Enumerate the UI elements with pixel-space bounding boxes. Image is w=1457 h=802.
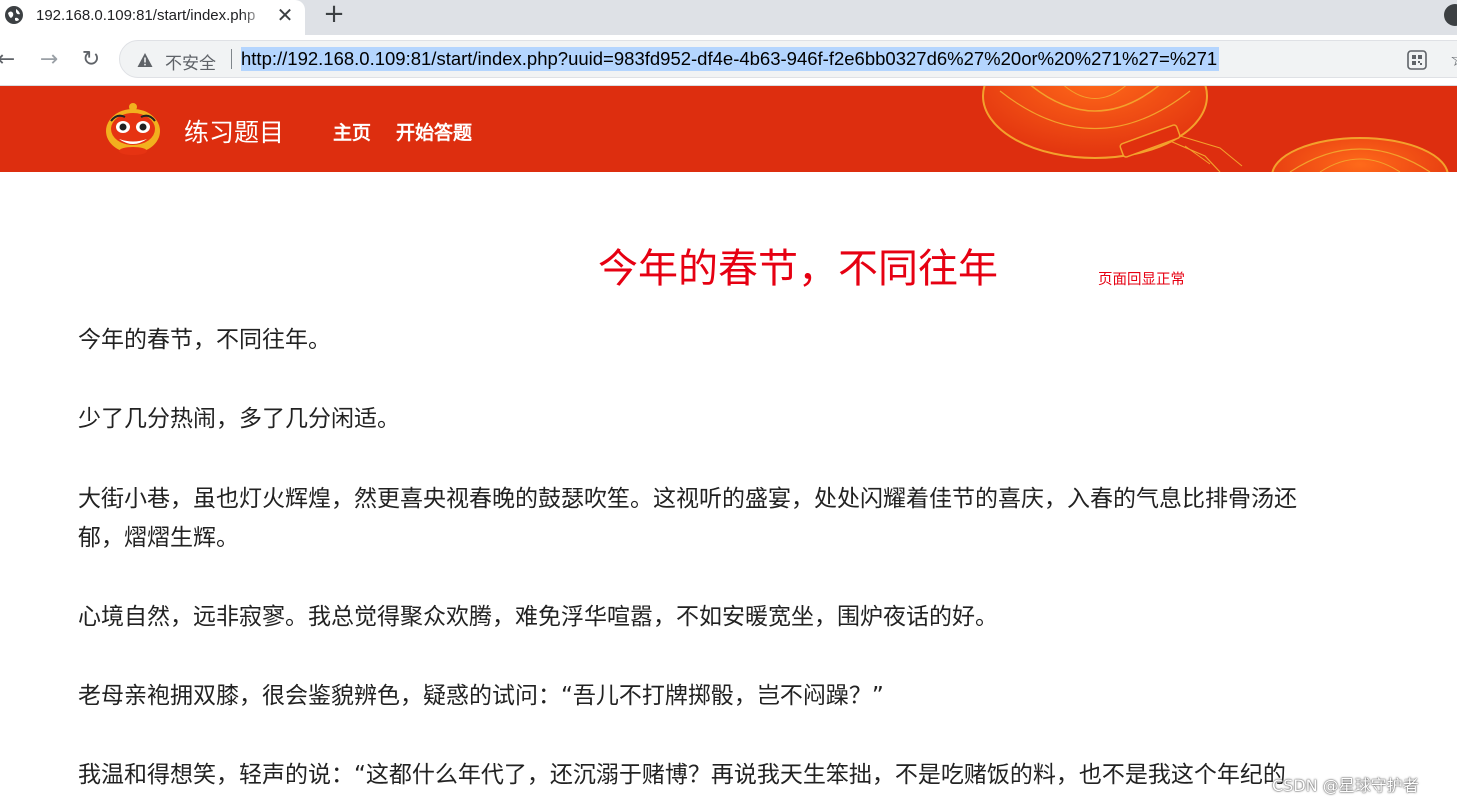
article-paragraph: 郁，熠熠生辉。	[78, 525, 239, 551]
tab-search-icon[interactable]	[1444, 4, 1457, 26]
site-name[interactable]: 练习题目	[184, 113, 284, 149]
site-header: 练习题目 主页 开始答题	[0, 86, 1457, 172]
article-paragraph: 大街小巷，虽也灯火辉煌，然更喜央视春晚的鼓瑟吹笙。这视听的盛宴，处处闪耀着佳节的…	[78, 486, 1297, 512]
new-tab-button[interactable]: +	[321, 1, 347, 28]
article-paragraph: 老母亲袍拥双膝，很会鉴貌辨色，疑惑的试问：“吾儿不打牌掷骰，岂不闷躁？”	[78, 683, 884, 709]
back-button[interactable]: ←	[0, 47, 18, 73]
browser-tab[interactable]: 192.168.0.109:81/start/index.php ✕	[0, 0, 305, 35]
article-title: 今年的春节，不同往年	[598, 246, 998, 292]
lantern-decoration-icon	[982, 86, 1449, 172]
article-paragraph: 今年的春节，不同往年。	[78, 327, 331, 353]
tab-close-icon[interactable]: ✕	[274, 4, 296, 26]
address-bar[interactable]: 不安全 http://192.168.0.109:81/start/index.…	[119, 40, 1457, 78]
page-echo-status: 页面回显正常	[1098, 272, 1185, 288]
url-text[interactable]: http://192.168.0.109:81/start/index.php?…	[241, 47, 1220, 71]
csdn-watermark: CSDN @星球守护者	[1272, 776, 1419, 795]
forward-button[interactable]: →	[37, 47, 61, 73]
qr-code-icon[interactable]	[1407, 50, 1427, 70]
omnibox-divider	[231, 49, 232, 69]
bookmark-star-icon[interactable]: ☆	[1450, 47, 1457, 71]
warning-icon[interactable]	[137, 52, 153, 68]
globe-icon	[5, 6, 23, 24]
nav-home-link[interactable]: 主页	[333, 118, 371, 145]
article-paragraph: 心境自然，远非寂寥。我总觉得聚众欢腾，难免浮华喧嚣，不如安暖宽坐，围炉夜话的好。	[78, 604, 998, 630]
article-paragraph: 我温和得想笑，轻声的说：“这都什么年代了，还沉溺于赌博？再说我天生笨拙，不是吃赌…	[78, 762, 1286, 788]
browser-toolbar: ← → ↻ 不安全 http://192.168.0.109:81/start/…	[0, 35, 1457, 86]
tab-title: 192.168.0.109:81/start/index.php	[36, 7, 256, 24]
lion-dance-logo-icon	[106, 103, 160, 155]
browser-tab-strip: 192.168.0.109:81/start/index.php ✕ +	[0, 0, 1457, 35]
reload-button[interactable]: ↻	[79, 47, 103, 73]
nav-start-quiz-link[interactable]: 开始答题	[396, 118, 472, 145]
article-paragraph: 少了几分热闹，多了几分闲适。	[78, 406, 400, 432]
security-status-label[interactable]: 不安全	[165, 49, 216, 74]
